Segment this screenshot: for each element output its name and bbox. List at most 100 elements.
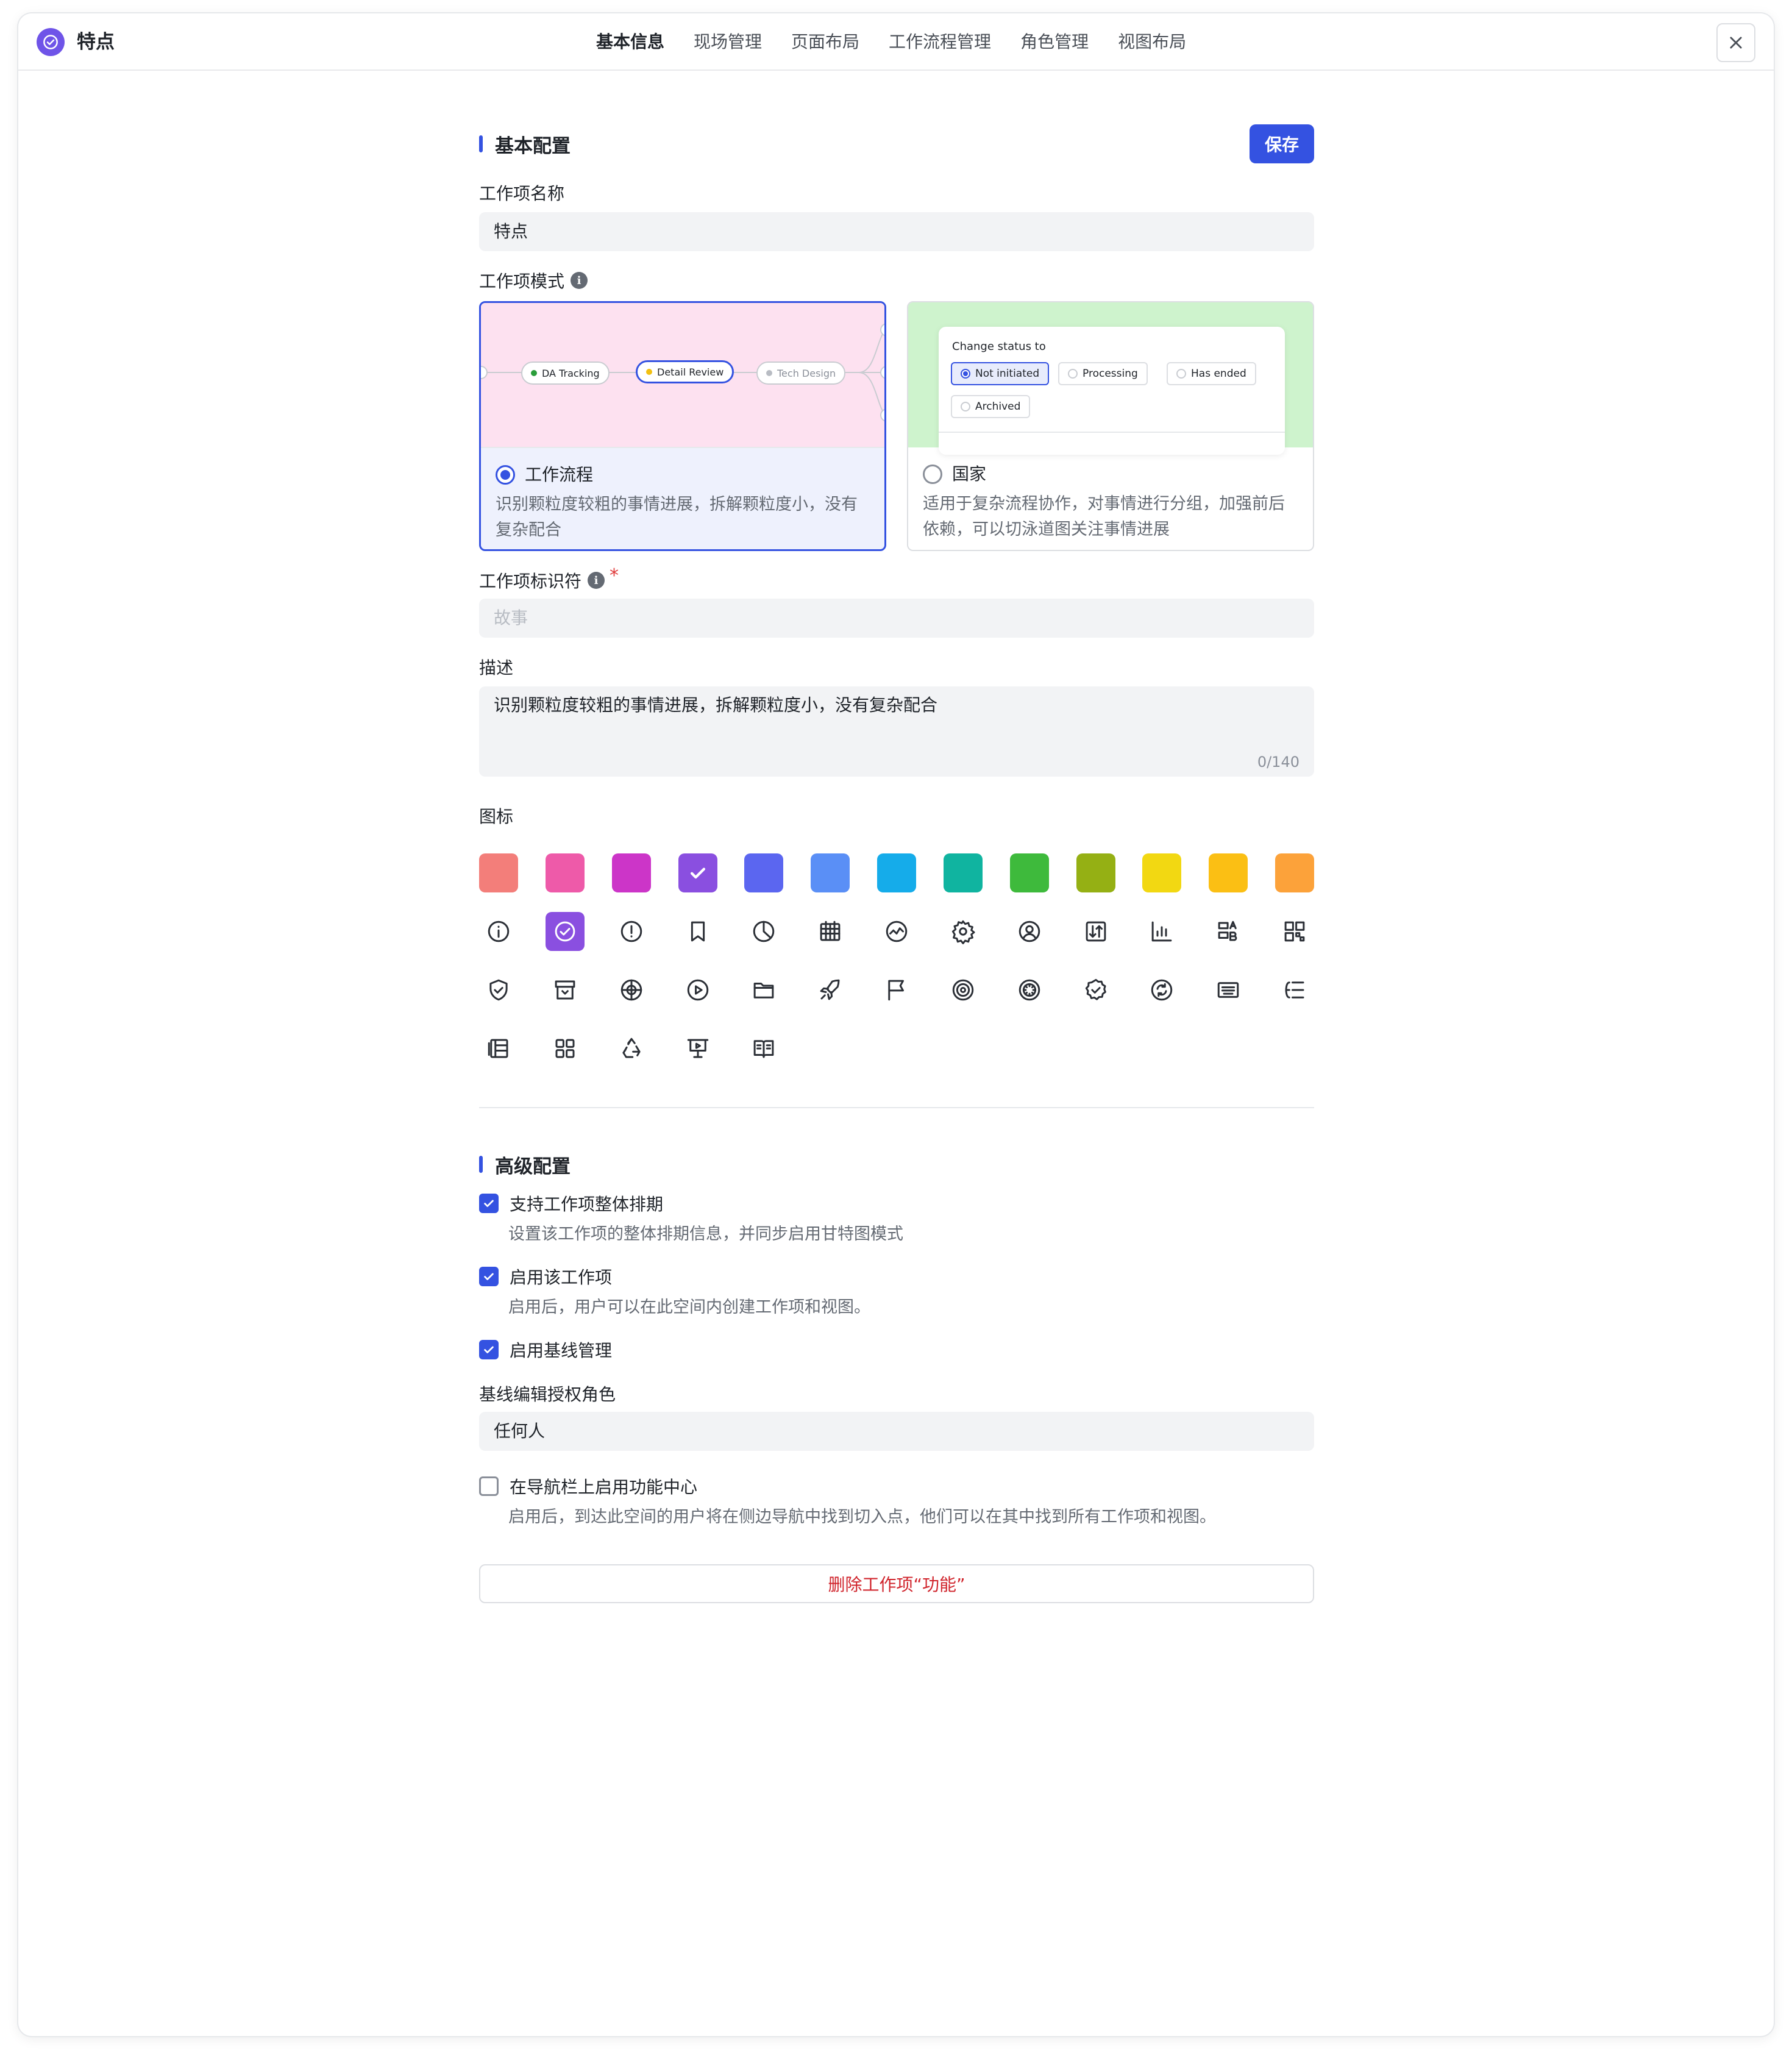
flow-node-label: DA Tracking: [542, 367, 600, 379]
flow-node: Tech Design: [756, 361, 846, 385]
option-enable-item[interactable]: 启用该工作项: [479, 1264, 612, 1289]
icon-option[interactable]: [678, 912, 717, 951]
color-swatch[interactable]: [1076, 853, 1115, 892]
mode-radio-country[interactable]: [923, 465, 942, 484]
checkbox-unchecked[interactable]: [479, 1476, 499, 1496]
settings-window: 特点 基本信息 现场管理 页面布局 工作流程管理 角色管理 视图布局 基本配置 …: [18, 13, 1774, 2036]
icon-option[interactable]: [1209, 970, 1248, 1009]
close-button[interactable]: [1716, 23, 1755, 62]
check-circle-icon: [555, 921, 575, 942]
icon-option[interactable]: [744, 970, 783, 1009]
flag-icon: [888, 980, 904, 1001]
icon-option[interactable]: [877, 970, 916, 1009]
icon-option[interactable]: [1076, 970, 1115, 1009]
color-swatch[interactable]: [678, 853, 717, 892]
option-label: 启用该工作项: [510, 1267, 613, 1287]
color-swatch[interactable]: [612, 853, 651, 892]
icon-option[interactable]: [612, 970, 651, 1009]
tab-bar: 基本信息 现场管理 页面布局 工作流程管理 角色管理 视图布局: [596, 28, 1186, 56]
color-swatch[interactable]: [479, 853, 518, 892]
flow-node: DA Tracking: [521, 361, 610, 385]
color-swatch[interactable]: [811, 853, 850, 892]
icon-option[interactable]: [1209, 912, 1248, 951]
icon-option[interactable]: [612, 912, 651, 951]
tab-basic-info[interactable]: 基本信息: [596, 28, 664, 56]
color-swatch[interactable]: [877, 853, 916, 892]
color-swatch[interactable]: [1275, 853, 1314, 892]
badge-check-icon: [1085, 978, 1106, 1000]
status-preview: Change status to Not initiated Processin…: [908, 302, 1313, 455]
option-hint: 启用后，用户可以在此空间内创建工作项和视图。: [508, 1298, 870, 1317]
icon-option[interactable]: [678, 970, 717, 1009]
checkbox-checked[interactable]: [479, 1194, 499, 1213]
section-divider: [479, 1107, 1314, 1108]
option-overall-schedule[interactable]: 支持工作项整体排期: [479, 1191, 663, 1216]
option-hint: 启用后，到达此空间的用户将在侧边导航中找到切入点，他们可以在其中找到所有工作项和…: [508, 1508, 1216, 1526]
gear-icon: [951, 920, 975, 944]
icon-option[interactable]: [1010, 912, 1049, 951]
rocket-icon: [820, 979, 840, 1000]
color-swatch[interactable]: [1142, 853, 1181, 892]
icon-option[interactable]: [1275, 912, 1314, 951]
icon-option[interactable]: [944, 912, 983, 951]
desc-label: 描述: [479, 658, 514, 678]
status-chip: Not initiated: [951, 362, 1050, 385]
icon-option[interactable]: [811, 912, 850, 951]
color-swatch[interactable]: [944, 853, 983, 892]
advanced-config-title: 高级配置: [495, 1155, 571, 1178]
identifier-input[interactable]: 故事: [479, 599, 1314, 638]
icon-option[interactable]: [1142, 970, 1181, 1009]
icon-option[interactable]: [546, 912, 585, 951]
icon-option[interactable]: [1010, 970, 1049, 1009]
archive-icon: [555, 980, 575, 1000]
icon-option[interactable]: [612, 1029, 651, 1068]
delete-item-button[interactable]: 删除工作项“功能”: [479, 1564, 1314, 1603]
mode-card-workflow[interactable]: DA Tracking Detail Review Tech Design 工作…: [479, 301, 886, 551]
save-button[interactable]: 保存: [1250, 124, 1314, 163]
desc-textarea[interactable]: 识别颗粒度较粗的事情进展，拆解颗粒度小，没有复杂配合 0/140: [479, 686, 1314, 777]
tab-role-management[interactable]: 角色管理: [1020, 28, 1089, 56]
mode-radio-workflow[interactable]: [496, 465, 515, 485]
close-icon: [1730, 37, 1742, 49]
identifier-label-row: 工作项标识符 i *: [479, 565, 619, 593]
info-icon[interactable]: i: [571, 272, 588, 289]
icon-option[interactable]: [811, 970, 850, 1009]
mode-desc: 适用于复杂流程协作，对事情进行分组，加强前后依赖，可以切泳道图关注事情进展: [923, 494, 1285, 539]
icon-option[interactable]: [944, 970, 983, 1009]
tab-field-management[interactable]: 现场管理: [694, 28, 762, 56]
icon-option[interactable]: [546, 970, 585, 1009]
option-baseline[interactable]: 启用基线管理: [479, 1337, 612, 1362]
icon-option[interactable]: [479, 970, 518, 1009]
status-chip: Processing: [1058, 362, 1148, 385]
option-nav-function-center[interactable]: 在导航栏上启用功能中心: [479, 1474, 697, 1498]
icon-option[interactable]: [479, 912, 518, 951]
mode-card-country[interactable]: Change status to Not initiated Processin…: [907, 301, 1314, 551]
icon-option[interactable]: [1076, 912, 1115, 951]
info-icon[interactable]: i: [588, 572, 605, 589]
color-swatch[interactable]: [1010, 853, 1049, 892]
icon-option[interactable]: [546, 1029, 585, 1068]
checkbox-checked[interactable]: [479, 1340, 499, 1359]
workflow-preview: DA Tracking Detail Review Tech Design: [481, 303, 884, 448]
icon-option[interactable]: [479, 1029, 518, 1068]
color-swatch[interactable]: [546, 853, 585, 892]
tab-workflow-management[interactable]: 工作流程管理: [889, 28, 991, 56]
tab-page-layout[interactable]: 页面布局: [791, 28, 859, 56]
tab-view-layout[interactable]: 视图布局: [1118, 28, 1186, 56]
color-swatch[interactable]: [1209, 853, 1248, 892]
icon-option[interactable]: [1142, 912, 1181, 951]
baseline-role-select[interactable]: 任何人: [479, 1412, 1314, 1451]
color-swatch[interactable]: [744, 853, 783, 892]
pie-chart-icon: [753, 920, 775, 942]
name-input[interactable]: 特点: [479, 212, 1314, 251]
icon-option[interactable]: [678, 1029, 717, 1068]
crosshair-icon: [620, 979, 642, 1001]
icon-option[interactable]: [877, 912, 916, 951]
icon-option[interactable]: [744, 1029, 783, 1068]
icon-option[interactable]: [1275, 970, 1314, 1009]
mode-name: 国家: [952, 464, 987, 484]
play-circle-icon: [687, 979, 709, 1001]
checkbox-checked[interactable]: [479, 1267, 499, 1286]
icon-option[interactable]: [744, 912, 783, 951]
flow-node-label: Detail Review: [657, 366, 724, 378]
